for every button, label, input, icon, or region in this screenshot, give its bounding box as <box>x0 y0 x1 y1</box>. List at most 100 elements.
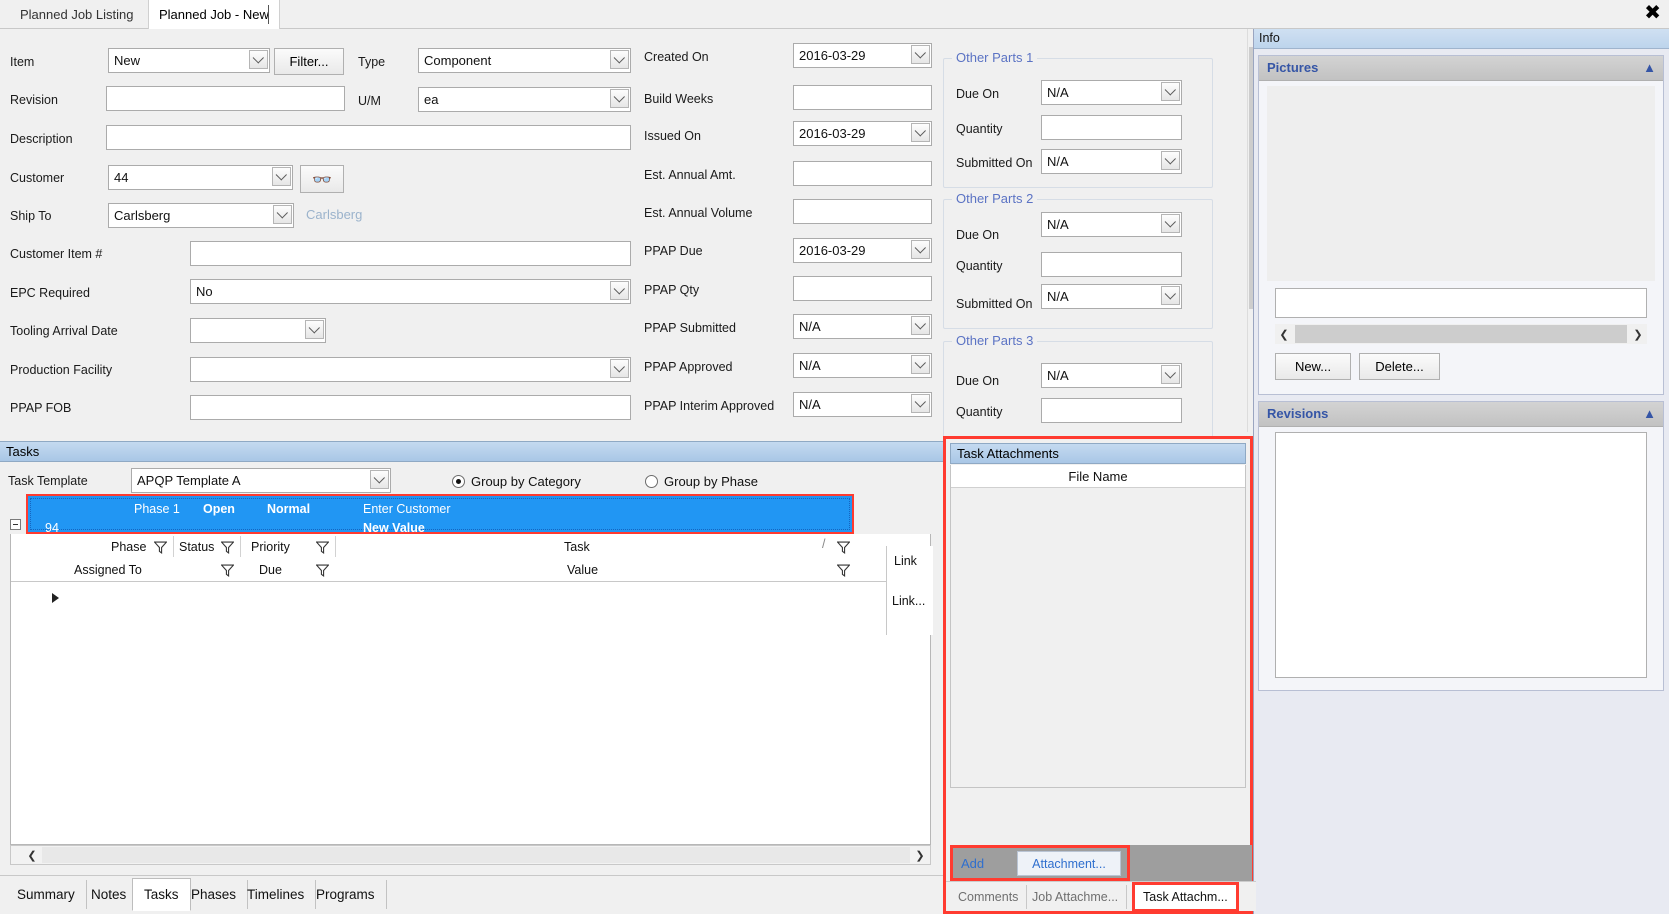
picture-delete-button[interactable]: Delete... <box>1359 353 1440 380</box>
pictures-panel-caption[interactable]: Pictures ▲ <box>1259 56 1663 81</box>
build-weeks-input[interactable] <box>793 85 932 110</box>
description-input[interactable] <box>106 125 631 150</box>
column-header-assigned-to[interactable]: Assigned To <box>74 563 142 577</box>
tab-programs[interactable]: Programs <box>305 880 387 909</box>
chevron-down-icon[interactable] <box>1161 365 1180 384</box>
picture-horizontal-scrollbar[interactable]: ❮ ❯ <box>1275 324 1647 344</box>
chevron-down-icon[interactable] <box>370 470 389 489</box>
ppap-submitted-combo[interactable]: N/A <box>793 314 932 339</box>
ppap-approved-combo[interactable]: N/A <box>793 353 932 378</box>
customer-item-no-input[interactable] <box>190 241 631 266</box>
revision-input[interactable] <box>106 86 345 111</box>
chevron-left-icon[interactable]: ❮ <box>23 846 41 864</box>
revisions-list[interactable] <box>1275 432 1647 678</box>
chevron-down-icon[interactable] <box>610 50 629 69</box>
tab-planned-job-listing[interactable]: Planned Job Listing <box>12 4 141 27</box>
tab-job-attachments[interactable]: Job Attachme... <box>1024 885 1128 909</box>
filter-funnel-icon[interactable] <box>837 564 850 577</box>
est-annual-amt-input[interactable] <box>793 161 932 186</box>
attachment-button[interactable]: Attachment... <box>1017 851 1121 876</box>
radio-group-by-phase[interactable]: Group by Phase <box>645 474 758 489</box>
issued-on-combo[interactable]: 2016-03-29 <box>793 121 932 146</box>
picture-new-button[interactable]: New... <box>1275 353 1351 380</box>
column-header-priority[interactable]: Priority <box>251 540 290 554</box>
production-facility-combo[interactable] <box>190 357 631 382</box>
scroll-grip-icon[interactable] <box>12 846 22 864</box>
chevron-down-icon[interactable] <box>911 240 930 259</box>
filter-funnel-icon[interactable] <box>316 564 329 577</box>
chevron-down-icon[interactable] <box>911 123 930 142</box>
chevron-down-icon[interactable] <box>1161 214 1180 233</box>
chevron-down-icon[interactable] <box>911 316 930 335</box>
epc-required-combo[interactable]: No <box>190 279 631 304</box>
chevron-down-icon[interactable] <box>272 167 291 186</box>
column-header-link[interactable]: Link <box>894 554 917 568</box>
chevron-down-icon[interactable] <box>610 89 629 108</box>
op2-quantity-input[interactable] <box>1041 252 1182 277</box>
chevron-down-icon[interactable] <box>610 359 629 378</box>
um-combo[interactable]: ea <box>418 87 631 112</box>
task-template-combo[interactable]: APQP Template A <box>131 468 391 493</box>
chevron-up-icon[interactable]: ▲ <box>1643 406 1656 421</box>
ppap-due-combo[interactable]: 2016-03-29 <box>793 238 932 263</box>
ppap-interim-approved-combo[interactable]: N/A <box>793 392 932 417</box>
chevron-up-icon[interactable]: ▲ <box>1643 60 1656 75</box>
chevron-down-icon[interactable] <box>911 45 930 64</box>
est-annual-volume-input[interactable] <box>793 199 932 224</box>
op2-submitted-on-combo[interactable]: N/A <box>1041 284 1182 309</box>
tooling-arrival-date-combo[interactable] <box>190 318 326 343</box>
chevron-left-icon[interactable]: ❮ <box>1275 324 1293 344</box>
table-row[interactable]: Phase 1 Open Normal Enter Customer 94 Ne… <box>26 494 854 535</box>
chevron-right-icon[interactable]: ❯ <box>911 846 929 864</box>
chevron-down-icon[interactable] <box>911 394 930 413</box>
filter-funnel-icon[interactable] <box>316 541 329 554</box>
tab-task-attachments[interactable]: Task Attachm... <box>1132 882 1239 912</box>
ship-to-combo[interactable]: Carlsberg <box>108 203 294 228</box>
column-header-status[interactable]: Status <box>179 540 214 554</box>
chevron-down-icon[interactable] <box>1161 82 1180 101</box>
chevron-down-icon[interactable] <box>273 205 292 224</box>
revisions-panel-caption[interactable]: Revisions ▲ <box>1259 402 1663 427</box>
close-icon[interactable]: ✖ <box>1644 2 1661 22</box>
filter-funnel-icon[interactable] <box>154 541 167 554</box>
customer-search-button[interactable]: 👓 <box>300 165 344 193</box>
chevron-down-icon[interactable] <box>1161 286 1180 305</box>
chevron-down-icon[interactable] <box>610 281 629 300</box>
filter-funnel-icon[interactable] <box>221 541 234 554</box>
tab-planned-job-new[interactable]: Planned Job - New <box>148 0 280 29</box>
op1-submitted-on-combo[interactable]: N/A <box>1041 149 1182 174</box>
column-header-due[interactable]: Due <box>259 563 282 577</box>
chevron-down-icon[interactable] <box>305 320 324 339</box>
type-combo[interactable]: Component <box>418 48 631 73</box>
created-on-combo[interactable]: 2016-03-29 <box>793 43 932 68</box>
chevron-down-icon[interactable] <box>911 355 930 374</box>
chevron-right-icon[interactable]: ❯ <box>1629 324 1647 344</box>
ppap-fob-input[interactable] <box>190 395 631 420</box>
op2-due-on-combo[interactable]: N/A <box>1041 212 1182 237</box>
op1-due-on-combo[interactable]: N/A <box>1041 80 1182 105</box>
chevron-down-icon[interactable] <box>249 50 268 69</box>
scrollbar-thumb[interactable] <box>1295 325 1627 343</box>
cell-link-button[interactable]: Link... <box>892 594 925 608</box>
tab-notes[interactable]: Notes <box>80 880 139 909</box>
op3-quantity-input[interactable] <box>1041 398 1182 423</box>
ppap-qty-input[interactable] <box>793 276 932 301</box>
task-attachments-grid[interactable]: File Name <box>950 465 1246 788</box>
column-header-task[interactable]: Task <box>564 540 590 554</box>
item-combo[interactable]: New <box>108 48 270 73</box>
column-header-file-name[interactable]: File Name <box>951 465 1245 488</box>
add-attachment-button[interactable]: Add <box>961 856 984 871</box>
tab-summary[interactable]: Summary <box>6 880 87 909</box>
filter-funnel-icon[interactable] <box>837 541 850 554</box>
column-header-phase[interactable]: Phase <box>111 540 146 554</box>
scrollbar-track[interactable] <box>42 847 910 863</box>
radio-group-by-category[interactable]: Group by Category <box>452 474 581 489</box>
picture-name-input[interactable] <box>1275 288 1647 318</box>
collapse-minus-icon[interactable] <box>10 519 21 530</box>
filter-button[interactable]: Filter... <box>274 48 344 75</box>
tab-comments[interactable]: Comments <box>950 885 1028 909</box>
op3-due-on-combo[interactable]: N/A <box>1041 363 1182 388</box>
column-header-value[interactable]: Value <box>567 563 598 577</box>
chevron-down-icon[interactable] <box>1161 151 1180 170</box>
op1-quantity-input[interactable] <box>1041 115 1182 140</box>
